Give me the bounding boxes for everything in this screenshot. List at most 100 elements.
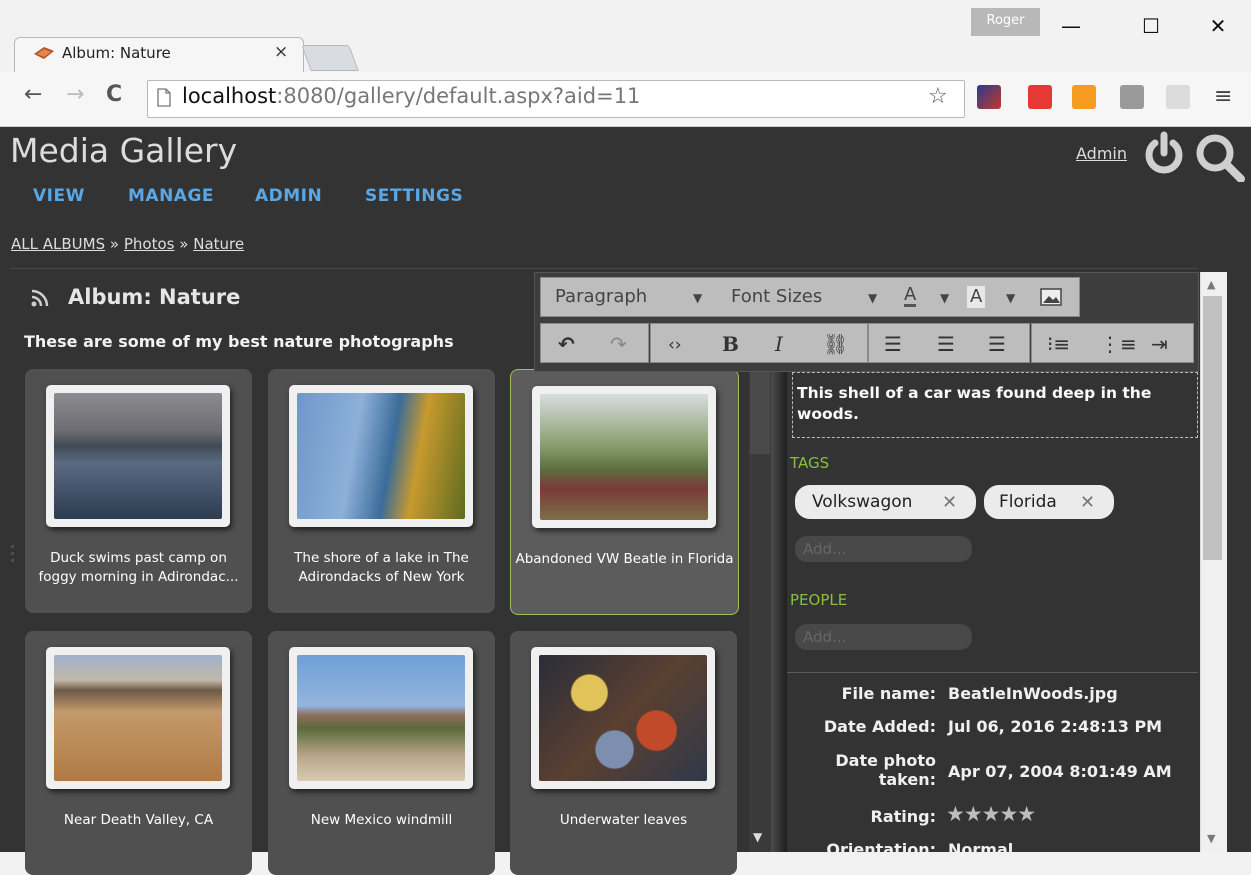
insert-image-icon[interactable]: [1040, 288, 1062, 306]
scroll-down-arrow-icon[interactable]: ▼: [753, 830, 762, 844]
album-description: These are some of my best nature photogr…: [24, 332, 454, 351]
add-tag-input[interactable]: Add...: [795, 536, 972, 562]
search-icon[interactable]: [1193, 132, 1247, 182]
thumbnail-caption: Underwater leaves: [559, 812, 688, 828]
thumbnail-card[interactable]: New Mexico windmill: [268, 631, 495, 875]
extension-icon-4[interactable]: [1120, 85, 1144, 109]
forward-arrow-icon[interactable]: →: [66, 82, 84, 107]
orientation-value: Normal: [948, 840, 1014, 859]
thumbnail-card[interactable]: Underwater leaves: [510, 631, 737, 875]
scroll-up-arrow-icon[interactable]: ▲: [1207, 278, 1215, 291]
link-icon[interactable]: ⛓: [823, 332, 848, 356]
menu-view[interactable]: VIEW: [33, 186, 85, 206]
back-arrow-icon[interactable]: ←: [24, 82, 42, 107]
logout-power-icon[interactable]: [1141, 131, 1187, 177]
indent-icon[interactable]: ⇥: [1151, 332, 1168, 356]
file-name-value: BeatleInWoods.jpg: [948, 684, 1118, 703]
extension-icon-1[interactable]: [977, 85, 1001, 109]
profile-badge[interactable]: Roger: [971, 8, 1040, 36]
menu-settings[interactable]: SETTINGS: [365, 186, 463, 206]
italic-icon[interactable]: I: [775, 332, 783, 356]
rss-feed-icon[interactable]: [30, 288, 50, 308]
tag-chip: Florida ✕: [984, 485, 1114, 519]
maximize-button[interactable]: ☐: [1136, 14, 1166, 38]
admin-link[interactable]: Admin: [1076, 144, 1127, 163]
chevron-down-icon: ▼: [693, 291, 703, 305]
breadcrumb-photos[interactable]: Photos: [124, 235, 175, 253]
close-window-button[interactable]: ✕: [1203, 14, 1233, 38]
thumbnail-caption: The shore of a lake in The Adirondacks o…: [294, 550, 469, 585]
chevron-down-icon: ▼: [940, 291, 950, 305]
rating-stars[interactable]: ★★★★★: [946, 802, 1036, 826]
file-name-label: File name:: [841, 684, 936, 703]
minimize-button[interactable]: —: [1056, 14, 1086, 38]
breadcrumb-all-albums[interactable]: ALL ALBUMS: [11, 235, 105, 253]
date-taken-label: Date photo taken:: [835, 751, 936, 789]
gallery-scrollbar-thumb[interactable]: [750, 372, 770, 454]
thumbnail-frame: [46, 385, 230, 527]
album-title: Album: Nature: [68, 285, 241, 309]
page-scrollbar-thumb[interactable]: [1203, 296, 1222, 560]
thumbnail-frame: [531, 647, 715, 789]
font-color-button[interactable]: A: [904, 286, 917, 307]
format-select[interactable]: Paragraph: [555, 286, 647, 307]
rating-label: Rating:: [870, 807, 937, 826]
numbered-list-icon[interactable]: ⋮≡: [1100, 332, 1137, 356]
thumbnail-caption: Duck swims past camp on foggy morning in…: [38, 550, 239, 585]
thumbnail-caption: Near Death Valley, CA: [63, 812, 214, 828]
tag-chip-label: Florida: [999, 492, 1057, 512]
bullet-list-icon[interactable]: ⁝≡: [1047, 332, 1070, 356]
menu-admin[interactable]: ADMIN: [255, 186, 322, 206]
align-left-icon[interactable]: ☰: [884, 332, 902, 356]
code-icon[interactable]: ‹›: [668, 335, 682, 355]
thumbnail-card[interactable]: The shore of a lake in The Adirondacks o…: [268, 369, 495, 613]
people-label: PEOPLE: [790, 591, 848, 609]
date-taken-value: Apr 07, 2004 8:01:49 AM: [948, 762, 1172, 781]
divider: [10, 268, 1198, 269]
thumbnail-caption: Abandoned VW Beatle in Florida: [515, 551, 734, 567]
thumbnail-card-selected[interactable]: Abandoned VW Beatle in Florida: [510, 369, 739, 615]
align-center-icon[interactable]: ☰: [937, 332, 955, 356]
splitter-handle[interactable]: ◦ ◦ ◦: [10, 544, 15, 567]
breadcrumb-separator: »: [179, 235, 189, 253]
tags-label: TAGS: [790, 454, 830, 472]
add-people-input[interactable]: Add...: [795, 624, 972, 650]
camera-extension-icon[interactable]: [1166, 85, 1190, 109]
redo-icon[interactable]: ↷: [610, 332, 627, 356]
chevron-down-icon: ▼: [868, 291, 878, 305]
bold-icon[interactable]: B: [722, 332, 739, 356]
font-size-select[interactable]: Font Sizes: [731, 286, 822, 307]
chevron-down-icon: ▼: [1006, 291, 1016, 305]
thumbnail-caption: New Mexico windmill: [310, 812, 453, 828]
thumbnail-card[interactable]: Near Death Valley, CA: [25, 631, 252, 875]
scroll-down-arrow-icon[interactable]: ▼: [1207, 832, 1215, 845]
desert-photo: [54, 655, 222, 781]
orientation-label: Orientation:: [826, 840, 936, 859]
leaves-photo: [539, 655, 707, 781]
remove-tag-icon[interactable]: ✕: [1080, 486, 1095, 520]
abandoned-car-photo: [540, 394, 708, 520]
site-title: Media Gallery: [10, 131, 238, 170]
page-icon: [157, 88, 171, 107]
browser-menu-icon[interactable]: ≡: [1214, 84, 1232, 109]
breadcrumb-nature[interactable]: Nature: [193, 235, 244, 253]
url-text: localhost:8080/gallery/default.aspx?aid=…: [182, 84, 641, 108]
background-color-button[interactable]: A: [967, 286, 986, 308]
pane-splitter[interactable]: [771, 370, 787, 852]
tab-close-icon[interactable]: ×: [274, 42, 288, 62]
date-added-label: Date Added:: [823, 717, 936, 736]
thumbnail-card[interactable]: Duck swims past camp on foggy morning in…: [25, 369, 252, 613]
bookmark-star-icon[interactable]: ☆: [928, 84, 948, 109]
extension-icon-2[interactable]: [1028, 85, 1052, 109]
date-added-value: Jul 06, 2016 2:48:13 PM: [948, 717, 1163, 736]
menu-manage[interactable]: MANAGE: [128, 186, 214, 206]
remove-tag-icon[interactable]: ✕: [942, 486, 957, 520]
thumbnail-frame: [289, 647, 473, 789]
tag-chip-label: Volkswagon: [812, 492, 913, 512]
new-tab-button[interactable]: [301, 45, 359, 71]
reload-icon[interactable]: C: [106, 82, 122, 107]
caption-text: This shell of a car was found deep in th…: [797, 384, 1152, 423]
extension-chart-icon[interactable]: [1072, 85, 1096, 109]
align-right-icon[interactable]: ☰: [988, 332, 1006, 356]
undo-icon[interactable]: ↶: [558, 332, 575, 356]
